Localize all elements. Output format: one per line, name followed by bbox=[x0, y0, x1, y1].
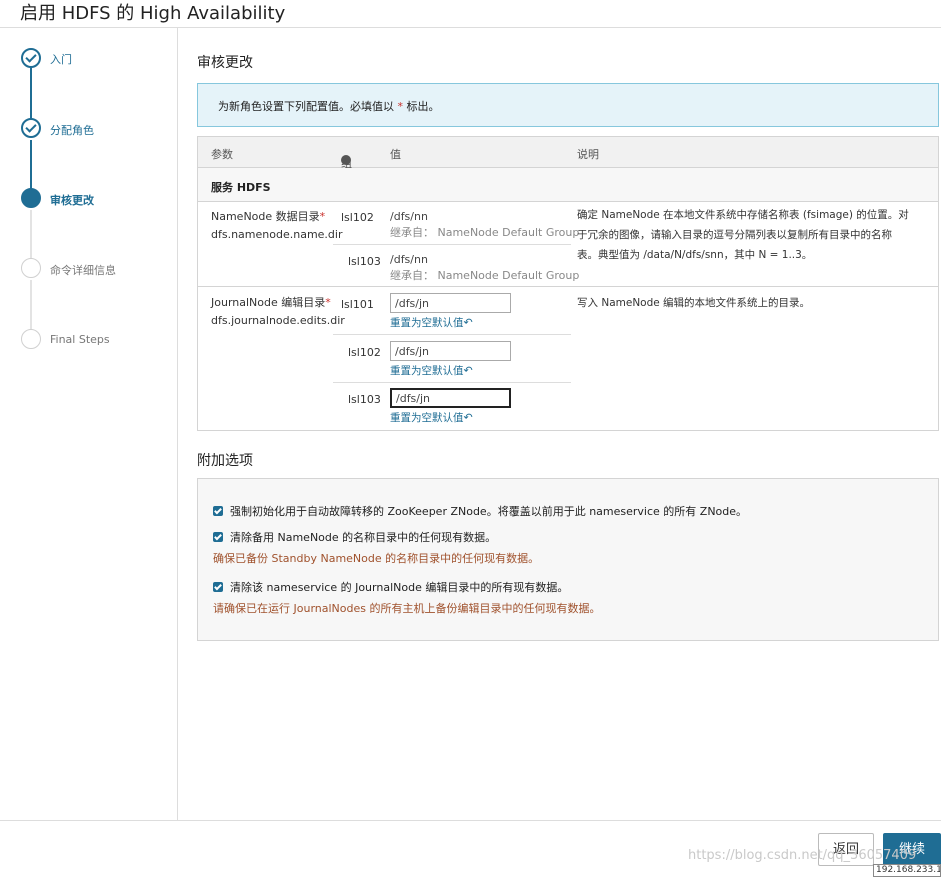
wizard-footer: 返回 继续 https://blog.csdn.net/qq_36057409 … bbox=[0, 820, 941, 877]
row-divider bbox=[333, 244, 571, 245]
header-value: 值 bbox=[390, 148, 401, 161]
step-active-icon bbox=[21, 188, 41, 208]
step-review-changes[interactable]: 审核更改 bbox=[50, 192, 94, 208]
header-param: 参数 bbox=[211, 148, 233, 161]
param-description: 写入 NameNode 编辑的本地文件系统上的目录。 bbox=[577, 297, 811, 309]
row-divider bbox=[333, 382, 571, 383]
step-getting-started[interactable]: 入门 bbox=[50, 51, 72, 67]
step-command-details: 命令详细信息 bbox=[50, 264, 116, 277]
reset-default-link[interactable]: 重置为空默认值↶ bbox=[390, 410, 473, 425]
step-pending-icon bbox=[21, 258, 41, 278]
option-warning: 请确保已在运行 JournalNodes 的所有主机上备份编辑目录中的任何现有数… bbox=[213, 602, 601, 615]
window-title-bar: 启用 HDFS 的 High Availability bbox=[0, 0, 941, 28]
additional-options-panel: 强制初始化用于自动故障转移的 ZooKeeper ZNode。将覆盖以前用于此 … bbox=[197, 478, 939, 641]
option-warning: 确保已备份 Standby NameNode 的名称目录中的任何现有数据。 bbox=[213, 552, 540, 565]
param-journalnode-dir: JournalNode 编辑目录* dfs.journalnode.edits.… bbox=[198, 288, 938, 431]
param-key: dfs.namenode.name.dir bbox=[211, 228, 343, 241]
group-name: lsl102 bbox=[341, 211, 374, 224]
option-label: 清除该 nameservice 的 JournalNode 编辑目录中的所有现有… bbox=[230, 581, 569, 594]
service-header-row: 服务 HDFS bbox=[198, 168, 938, 202]
inherited-from: 继承自： NameNode Default Group bbox=[390, 269, 580, 282]
help-icon[interactable]: ? bbox=[341, 155, 351, 165]
undo-icon: ↶ bbox=[463, 364, 473, 377]
step-connector bbox=[30, 210, 32, 260]
journalnode-dir-input[interactable] bbox=[390, 388, 511, 408]
param-value[interactable]: /dfs/nn bbox=[390, 253, 428, 266]
inherited-from: 继承自： NameNode Default Group bbox=[390, 226, 580, 239]
param-namenode-dir: NameNode 数据目录* dfs.namenode.name.dir lsl… bbox=[198, 202, 938, 287]
service-name: 服务 HDFS bbox=[211, 181, 271, 194]
review-section-title: 审核更改 bbox=[197, 55, 253, 71]
undo-icon: ↶ bbox=[463, 316, 473, 329]
option-label: 清除备用 NameNode 的名称目录中的任何现有数据。 bbox=[230, 531, 497, 544]
step-connector bbox=[30, 140, 32, 190]
step-pending-icon bbox=[21, 329, 41, 349]
info-alert: 为新角色设置下列配置值。必填值以 * 标出。 bbox=[197, 83, 939, 127]
wizard-sidebar: 入门 分配角色 审核更改 命令详细信息 Final Steps bbox=[0, 28, 178, 820]
group-name: lsl101 bbox=[341, 298, 374, 311]
ip-tooltip: 192.168.233.101 bbox=[873, 864, 941, 877]
group-name: lsl103 bbox=[348, 255, 381, 268]
param-value[interactable]: /dfs/nn bbox=[390, 210, 428, 223]
journalnode-dir-input[interactable] bbox=[390, 341, 511, 361]
group-name: lsl102 bbox=[348, 346, 381, 359]
step-done-check-icon bbox=[21, 118, 41, 138]
step-assign-roles[interactable]: 分配角色 bbox=[50, 122, 94, 138]
config-table: 参数 组 ? 值 说明 服务 HDFS NameNode 数据目录* dfs.n… bbox=[197, 136, 939, 431]
checkbox-clear-standby-namenode[interactable] bbox=[213, 532, 223, 542]
reset-default-link[interactable]: 重置为空默认值↶ bbox=[390, 315, 473, 330]
param-label: JournalNode 编辑目录* bbox=[211, 296, 331, 309]
checkbox-clear-journalnode[interactable] bbox=[213, 582, 223, 592]
param-label: NameNode 数据目录* bbox=[211, 210, 326, 223]
journalnode-dir-input[interactable] bbox=[390, 293, 511, 313]
row-divider bbox=[333, 334, 571, 335]
group-name: lsl103 bbox=[348, 393, 381, 406]
reset-default-link[interactable]: 重置为空默认值↶ bbox=[390, 363, 473, 378]
checkbox-force-init-znode[interactable] bbox=[213, 506, 223, 516]
step-done-check-icon bbox=[21, 48, 41, 68]
config-table-header: 参数 组 ? 值 说明 bbox=[198, 137, 938, 170]
options-section-title: 附加选项 bbox=[197, 453, 253, 469]
step-connector bbox=[30, 280, 32, 332]
option-label: 强制初始化用于自动故障转移的 ZooKeeper ZNode。将覆盖以前用于此 … bbox=[230, 505, 748, 518]
step-final-steps: Final Steps bbox=[50, 333, 110, 346]
undo-icon: ↶ bbox=[463, 411, 473, 424]
watermark: https://blog.csdn.net/qq_36057409 bbox=[688, 848, 917, 863]
alert-text: 为新角色设置下列配置值。必填值以 * 标出。 bbox=[218, 100, 440, 113]
param-key: dfs.journalnode.edits.dir bbox=[211, 314, 345, 327]
page-title: 启用 HDFS 的 High Availability bbox=[20, 3, 286, 24]
param-description: 确定 NameNode 在本地文件系统中存储名称表 (fsimage) 的位置。… bbox=[577, 209, 909, 261]
header-description: 说明 bbox=[577, 148, 599, 161]
